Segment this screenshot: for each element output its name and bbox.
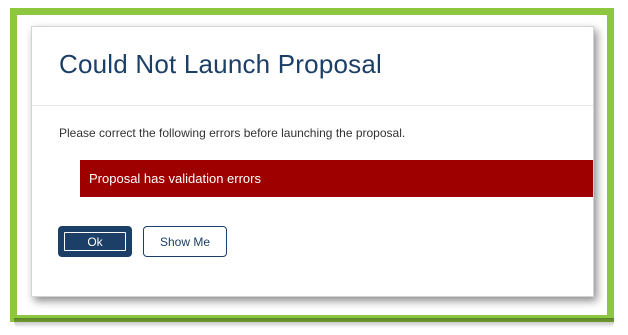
dialog-title: Could Not Launch Proposal [59,49,382,79]
error-message: Proposal has validation errors [89,171,261,186]
button-row: Ok Show Me [58,226,227,257]
error-banner: Proposal has validation errors [80,160,593,197]
title-divider [32,105,593,106]
instruction-text: Please correct the following errors befo… [59,126,406,140]
ok-button-label: Ok [64,232,126,251]
show-me-button[interactable]: Show Me [143,226,227,257]
frame-shadow [14,318,614,328]
ok-button[interactable]: Ok [58,226,132,257]
launch-error-dialog: Could Not Launch Proposal Please correct… [31,26,594,297]
